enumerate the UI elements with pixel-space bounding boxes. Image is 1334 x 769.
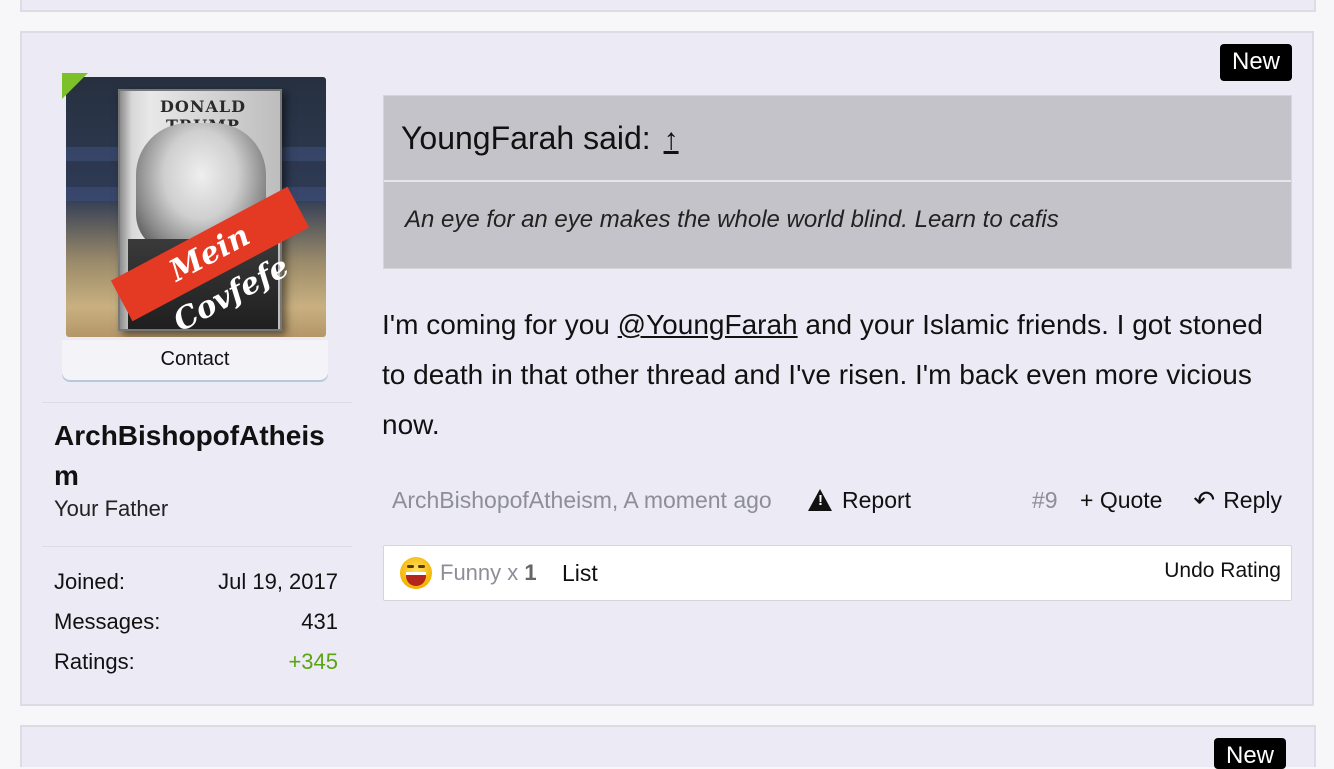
quote-block: YoungFarah said: ↑ An eye for an eye mak… [383,95,1292,269]
mention-link[interactable]: @YoungFarah [618,309,798,340]
next-post-stub: New [20,725,1316,769]
quote-text: An eye for an eye makes the whole world … [405,206,1059,233]
reply-label: Reply [1223,487,1282,513]
username-link[interactable]: ArchBishopofAtheism [54,416,344,496]
author-timestamp-link[interactable]: ArchBishopofAtheism, A moment ago [392,480,772,520]
message-text-before: I'm coming for you [382,309,618,340]
user-title: Your Father [54,496,169,521]
jump-to-quote-icon[interactable]: ↑ [664,123,679,156]
reply-arrow-icon: ↶ [1193,485,1216,515]
message-meta: ArchBishopofAtheism, A moment ago ! Repo… [392,480,1282,520]
new-badge: New [1213,738,1286,769]
ratings-list-link[interactable]: List [562,546,598,600]
quote-author: YoungFarah said: [401,120,651,156]
quote-button[interactable]: + Quote [1080,480,1162,520]
report-label: Report [842,487,912,513]
rating-name: Funny [440,560,502,585]
divider [42,546,352,547]
contact-button[interactable]: Contact [62,340,328,380]
stat-label: Ratings: [54,649,135,674]
stat-value[interactable]: 431 [301,602,338,642]
stat-joined: Joined: Jul 19, 2017 [54,562,338,602]
online-indicator-icon [62,73,88,99]
laughing-emoji-icon [400,557,432,589]
stat-label: Messages: [54,609,161,634]
stat-label: Joined: [54,569,125,594]
stat-value: Jul 19, 2017 [218,569,338,594]
ratings-bar: Funny x 1 List Undo Rating [383,545,1292,601]
quote-header: YoungFarah said: ↑ [384,96,1291,182]
rating-summary: Funny x 1 [440,546,537,600]
new-badge: New [1219,44,1292,82]
stat-messages: Messages: 431 [54,602,338,642]
undo-rating-button[interactable]: Undo Rating [1164,546,1281,596]
avatar[interactable]: DONALD TRUMP Mein Covfefe [62,73,328,339]
warning-icon: ! [808,489,832,511]
report-button[interactable]: ! Report [808,480,911,520]
stat-value: +345 [288,649,338,674]
reply-button[interactable]: ↶ Reply [1193,480,1282,520]
previous-post-stub [20,0,1316,12]
stat-ratings: Ratings: +345 [54,642,338,682]
rating-count: 1 [524,560,537,585]
rating-x: x [507,560,519,585]
avatar-book-image: DONALD TRUMP Mein Covfefe [110,89,310,337]
post-number-link[interactable]: #9 [1032,480,1058,520]
message-body: I'm coming for you @YoungFarah and your … [382,300,1282,450]
user-stats: Joined: Jul 19, 2017 Messages: 431 Ratin… [54,562,338,682]
divider [42,402,352,403]
